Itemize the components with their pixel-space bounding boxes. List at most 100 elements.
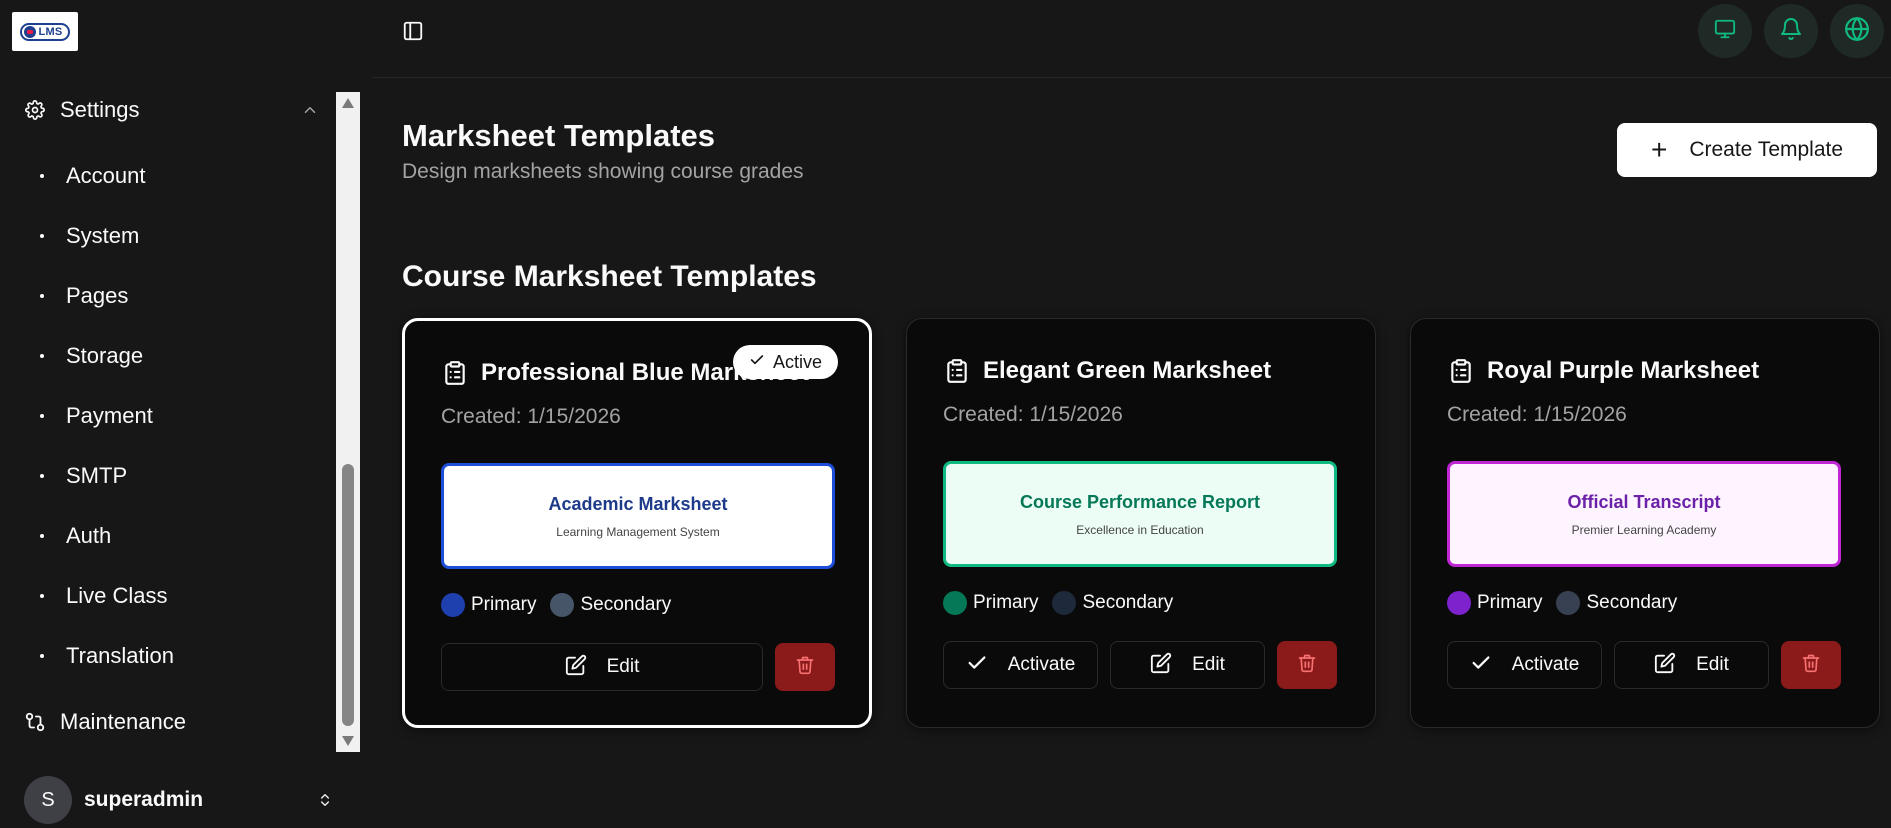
panel-left-icon <box>402 20 424 47</box>
edit-icon <box>1654 652 1676 679</box>
sidebar-item-label: Auth <box>66 523 112 548</box>
preview-title: Academic Marksheet <box>548 493 728 514</box>
trash-icon <box>795 654 815 681</box>
secondary-color-swatch <box>550 593 575 617</box>
chevron-up-icon <box>300 100 320 120</box>
card-header: Royal Purple Marksheet <box>1447 357 1759 385</box>
marksheet-preview: Course Performance Report Excellence in … <box>943 461 1337 567</box>
card-title: Elegant Green Marksheet <box>983 357 1272 384</box>
delete-button[interactable] <box>775 643 835 691</box>
sidebar-scrollbar[interactable] <box>336 92 360 752</box>
bullet-dot <box>40 234 44 238</box>
sidebar-toggle-button[interactable] <box>396 16 430 50</box>
sidebar-item-pages[interactable]: Pages <box>24 266 324 326</box>
sidebar-item-maintenance[interactable]: Maintenance <box>24 700 324 744</box>
main-content: Marksheet Templates Design marksheets sh… <box>372 78 1891 828</box>
settings-submenu: Account System Pages Storage Payment SMT… <box>24 146 324 686</box>
scroll-thumb[interactable] <box>342 464 354 726</box>
logo-text: LMS <box>38 25 63 38</box>
create-template-button[interactable]: + Create Template <box>1617 123 1877 177</box>
sidebar-item-label: Live Class <box>66 583 168 608</box>
clipboard-list-icon <box>943 357 971 385</box>
sidebar-group-settings[interactable]: Settings <box>24 90 320 130</box>
user-menu[interactable]: S superadmin <box>24 776 334 824</box>
activate-button[interactable]: Activate <box>1447 641 1602 689</box>
username: superadmin <box>84 788 204 811</box>
gear-icon <box>24 99 46 121</box>
notifications-button[interactable] <box>1764 4 1818 58</box>
primary-label: Primary <box>471 594 537 615</box>
secondary-color-swatch <box>1556 591 1581 615</box>
marksheet-preview: Official Transcript Premier Learning Aca… <box>1447 461 1841 567</box>
template-card: Professional Blue Marksheet Active Creat… <box>402 318 872 728</box>
scroll-up-arrow-icon[interactable] <box>342 98 354 108</box>
graduation-cap-icon <box>24 25 37 38</box>
edit-button[interactable]: Edit <box>441 643 763 691</box>
primary-color-swatch <box>441 593 465 617</box>
sidebar-item-label: Storage <box>66 343 144 368</box>
preview-title: Official Transcript <box>1567 491 1721 512</box>
secondary-label: Secondary <box>580 594 672 615</box>
delete-button[interactable] <box>1277 641 1337 689</box>
card-created-date: Created: 1/15/2026 <box>943 403 1123 426</box>
sidebar-item-label: Maintenance <box>60 709 186 734</box>
edit-icon <box>565 654 587 681</box>
language-button[interactable] <box>1830 4 1884 58</box>
sidebar-item-label: Payment <box>66 403 153 428</box>
monitor-button[interactable] <box>1698 4 1752 58</box>
edit-button[interactable]: Edit <box>1110 641 1265 689</box>
check-icon <box>966 652 988 679</box>
chevrons-up-down-icon <box>316 789 334 811</box>
edit-label: Edit <box>1192 654 1225 675</box>
sidebar-item-label: Translation <box>66 643 175 668</box>
create-template-label: Create Template <box>1689 138 1844 161</box>
app-root: LMS Settings Account System Pages Storag… <box>0 0 1891 828</box>
trash-icon <box>1297 652 1317 679</box>
sidebar-item-payment[interactable]: Payment <box>24 386 324 446</box>
card-created-date: Created: 1/15/2026 <box>1447 403 1627 426</box>
bullet-dot <box>40 174 44 178</box>
monitor-icon <box>1714 18 1736 45</box>
sidebar-item-account[interactable]: Account <box>24 146 324 206</box>
color-swatches: Primary Secondary <box>1447 591 1691 615</box>
bullet-dot <box>40 354 44 358</box>
sidebar: LMS Settings Account System Pages Storag… <box>0 0 372 828</box>
sidebar-item-live-class[interactable]: Live Class <box>24 566 324 626</box>
activate-button[interactable]: Activate <box>943 641 1098 689</box>
bullet-dot <box>40 594 44 598</box>
template-card: Elegant Green Marksheet Created: 1/15/20… <box>906 318 1376 728</box>
clipboard-list-icon <box>1447 357 1475 385</box>
preview-subtitle: Learning Management System <box>556 524 720 539</box>
sidebar-item-label: SMTP <box>66 463 128 488</box>
secondary-label: Secondary <box>1082 592 1174 613</box>
active-badge: Active <box>733 345 839 379</box>
card-created-date: Created: 1/15/2026 <box>441 405 621 428</box>
activate-label: Activate <box>1007 654 1076 675</box>
globe-icon <box>1844 16 1870 47</box>
scroll-down-arrow-icon[interactable] <box>342 736 354 746</box>
sidebar-item-smtp[interactable]: SMTP <box>24 446 324 506</box>
template-card: Royal Purple Marksheet Created: 1/15/202… <box>1410 318 1880 728</box>
sidebar-item-system[interactable]: System <box>24 206 324 266</box>
marksheet-preview: Academic Marksheet Learning Management S… <box>441 463 835 569</box>
secondary-label: Secondary <box>1586 592 1678 613</box>
logo[interactable]: LMS <box>12 12 78 51</box>
preview-subtitle: Excellence in Education <box>1076 522 1204 537</box>
git-compare-icon <box>24 711 46 733</box>
card-title: Royal Purple Marksheet <box>1487 357 1760 384</box>
logo-badge: LMS <box>20 22 70 41</box>
sidebar-item-storage[interactable]: Storage <box>24 326 324 386</box>
edit-icon <box>1150 652 1172 679</box>
color-swatches: Primary Secondary <box>943 591 1187 615</box>
sidebar-item-translation[interactable]: Translation <box>24 626 324 686</box>
bullet-dot <box>40 534 44 538</box>
delete-button[interactable] <box>1781 641 1841 689</box>
primary-label: Primary <box>973 592 1039 613</box>
sidebar-item-auth[interactable]: Auth <box>24 506 324 566</box>
trash-icon <box>1801 652 1821 679</box>
card-actions: Activate Edit <box>1447 641 1841 689</box>
sidebar-item-label: System <box>66 223 140 248</box>
edit-button[interactable]: Edit <box>1614 641 1769 689</box>
check-icon <box>1470 652 1492 679</box>
secondary-color-swatch <box>1052 591 1077 615</box>
